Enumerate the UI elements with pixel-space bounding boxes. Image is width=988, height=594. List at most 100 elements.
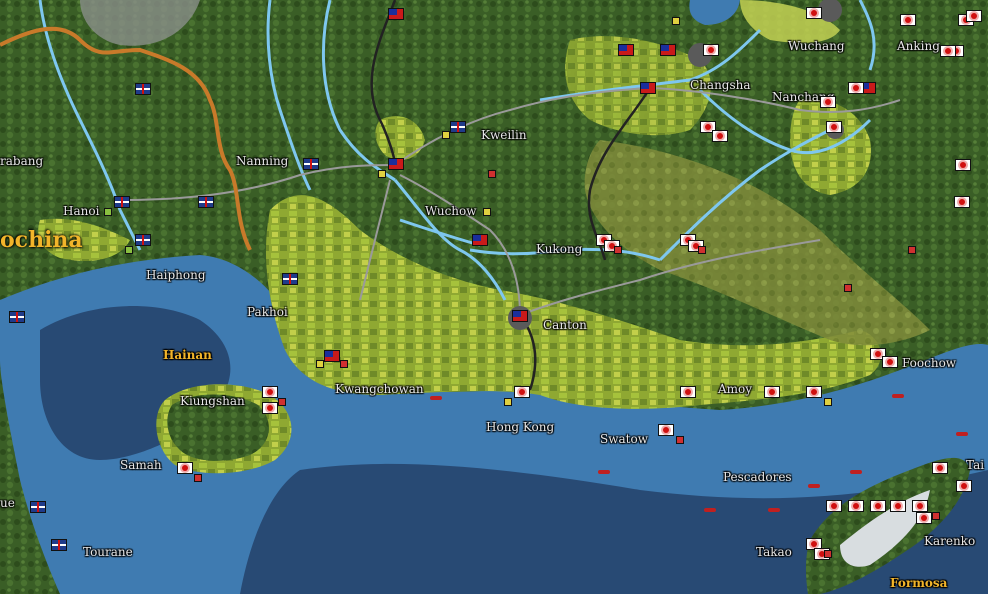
supply-marker[interactable] <box>278 398 286 406</box>
japanese-unit-counter[interactable] <box>932 462 948 474</box>
supply-marker[interactable] <box>824 550 832 558</box>
japanese-unit-counter[interactable] <box>712 130 728 142</box>
japanese-unit-counter[interactable] <box>820 96 836 108</box>
city-label-hue[interactable]: ue <box>0 496 15 510</box>
city-label-tourane[interactable]: Tourane <box>83 545 133 559</box>
supply-marker[interactable] <box>824 398 832 406</box>
japanese-unit-counter[interactable] <box>262 402 278 414</box>
japanese-unit-counter[interactable] <box>262 386 278 398</box>
british-unit-counter[interactable] <box>303 158 319 170</box>
british-unit-counter[interactable] <box>198 196 214 208</box>
japanese-unit-counter[interactable] <box>916 512 932 524</box>
city-label-nanning[interactable]: Nanning <box>236 154 288 168</box>
city-label-foochow[interactable]: Foochow <box>902 356 956 370</box>
british-unit-counter[interactable] <box>51 539 67 551</box>
strategic-map[interactable]: ochina Hainan Formosa Wuchang Anking Cha… <box>0 0 988 594</box>
roc-unit-counter[interactable] <box>618 44 634 56</box>
naval-unit-marker[interactable] <box>704 508 716 512</box>
british-unit-counter[interactable] <box>135 234 151 246</box>
roc-unit-counter[interactable] <box>324 350 340 362</box>
japanese-unit-counter[interactable] <box>882 356 898 368</box>
city-label-hanoi[interactable]: Hanoi <box>63 204 99 218</box>
city-label-taitung[interactable]: Tai <box>966 458 984 472</box>
naval-unit-marker[interactable] <box>892 394 904 398</box>
roc-unit-counter[interactable] <box>388 8 404 20</box>
city-label-karenko[interactable]: Karenko <box>924 534 975 548</box>
japanese-unit-counter[interactable] <box>955 159 971 171</box>
supply-marker[interactable] <box>483 208 491 216</box>
japanese-unit-counter[interactable] <box>514 386 530 398</box>
japanese-unit-counter[interactable] <box>658 424 674 436</box>
japanese-unit-counter[interactable] <box>940 45 956 57</box>
city-label-wuchang[interactable]: Wuchang <box>788 39 845 53</box>
supply-marker[interactable] <box>844 284 852 292</box>
city-label-kiungshan[interactable]: Kiungshan <box>180 394 245 408</box>
naval-unit-marker[interactable] <box>808 484 820 488</box>
naval-unit-marker[interactable] <box>598 470 610 474</box>
naval-unit-marker[interactable] <box>956 432 968 436</box>
roc-unit-counter[interactable] <box>660 44 676 56</box>
city-label-hong-kong[interactable]: Hong Kong <box>486 420 554 434</box>
roc-unit-counter[interactable] <box>512 310 528 322</box>
city-label-wuchow[interactable]: Wuchow <box>425 204 477 218</box>
supply-marker[interactable] <box>488 170 496 178</box>
british-unit-counter[interactable] <box>135 83 151 95</box>
supply-marker[interactable] <box>442 131 450 139</box>
japanese-unit-counter[interactable] <box>956 480 972 492</box>
british-unit-counter[interactable] <box>114 196 130 208</box>
supply-marker[interactable] <box>378 170 386 178</box>
city-label-takao[interactable]: Takao <box>756 545 792 559</box>
supply-marker[interactable] <box>698 246 706 254</box>
city-label-kwangchowan[interactable]: Kwangchowan <box>335 382 424 396</box>
city-label-swatow[interactable]: Swatow <box>600 432 648 446</box>
japanese-unit-counter[interactable] <box>826 121 842 133</box>
supply-marker[interactable] <box>932 512 940 520</box>
japanese-unit-counter[interactable] <box>764 386 780 398</box>
british-unit-counter[interactable] <box>450 121 466 133</box>
japanese-unit-counter[interactable] <box>912 500 928 512</box>
british-unit-counter[interactable] <box>282 273 298 285</box>
naval-unit-marker[interactable] <box>768 508 780 512</box>
supply-marker[interactable] <box>672 17 680 25</box>
japanese-unit-counter[interactable] <box>954 196 970 208</box>
supply-marker[interactable] <box>104 208 112 216</box>
supply-marker[interactable] <box>316 360 324 368</box>
roc-unit-counter[interactable] <box>472 234 488 246</box>
japanese-unit-counter[interactable] <box>806 7 822 19</box>
japanese-unit-counter[interactable] <box>900 14 916 26</box>
supply-marker[interactable] <box>614 246 622 254</box>
japanese-unit-counter[interactable] <box>848 500 864 512</box>
japanese-unit-counter[interactable] <box>826 500 842 512</box>
japanese-unit-counter[interactable] <box>870 500 886 512</box>
naval-unit-marker[interactable] <box>430 396 442 400</box>
city-label-kweilin[interactable]: Kweilin <box>481 128 527 142</box>
roc-unit-counter[interactable] <box>388 158 404 170</box>
supply-marker[interactable] <box>125 246 133 254</box>
japanese-unit-counter[interactable] <box>703 44 719 56</box>
japanese-unit-counter[interactable] <box>848 82 864 94</box>
city-label-pakhoi[interactable]: Pakhoi <box>247 305 288 319</box>
supply-marker[interactable] <box>340 360 348 368</box>
supply-marker[interactable] <box>194 474 202 482</box>
british-unit-counter[interactable] <box>30 501 46 513</box>
supply-marker[interactable] <box>908 246 916 254</box>
city-label-samah[interactable]: Samah <box>120 458 162 472</box>
british-unit-counter[interactable] <box>9 311 25 323</box>
city-label-changsha[interactable]: Changsha <box>690 78 751 92</box>
city-label-luang-prabang[interactable]: rabang <box>0 154 43 168</box>
city-label-kukong[interactable]: Kukong <box>536 242 582 256</box>
japanese-unit-counter[interactable] <box>177 462 193 474</box>
japanese-unit-counter[interactable] <box>680 386 696 398</box>
naval-unit-marker[interactable] <box>850 470 862 474</box>
japanese-unit-counter[interactable] <box>890 500 906 512</box>
city-label-amoy[interactable]: Amoy <box>718 382 752 396</box>
japanese-unit-counter[interactable] <box>966 10 982 22</box>
japanese-unit-counter[interactable] <box>806 386 822 398</box>
supply-marker[interactable] <box>504 398 512 406</box>
supply-marker[interactable] <box>676 436 684 444</box>
city-label-haiphong[interactable]: Haiphong <box>146 268 206 282</box>
city-label-canton[interactable]: Canton <box>543 318 587 332</box>
roc-unit-counter[interactable] <box>640 82 656 94</box>
city-label-pescadores[interactable]: Pescadores <box>723 470 792 484</box>
city-label-anking[interactable]: Anking <box>897 39 940 53</box>
